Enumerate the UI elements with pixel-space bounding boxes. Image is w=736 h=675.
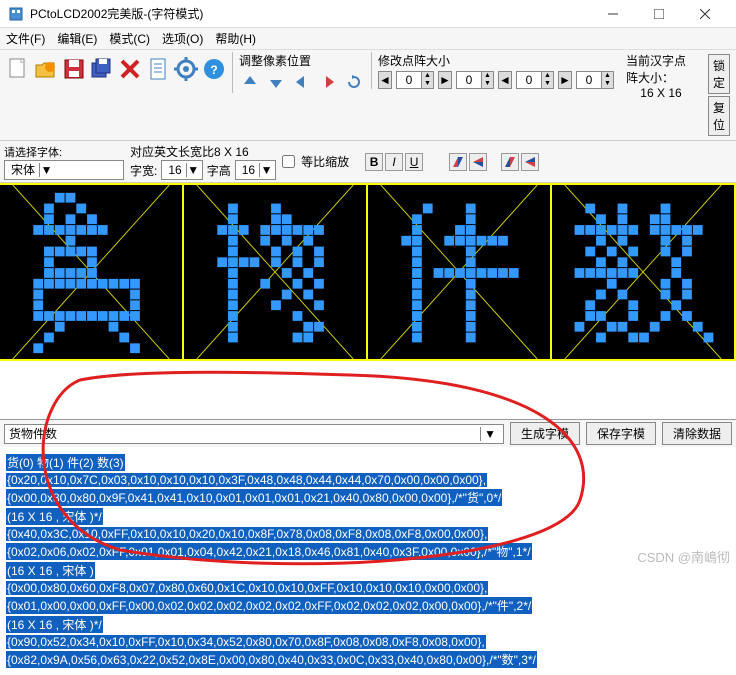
document-icon[interactable] <box>145 53 171 85</box>
flip-h-icon[interactable] <box>449 153 467 171</box>
move-up-icon[interactable] <box>239 71 261 93</box>
char-cell-0 <box>0 185 184 359</box>
chevron-down-icon[interactable]: ▼ <box>259 163 273 177</box>
spin-d-input[interactable] <box>577 72 601 88</box>
spin-c-input[interactable] <box>517 72 541 88</box>
font-name-combo[interactable]: 宋体▼ <box>4 160 124 180</box>
rotate-icon[interactable] <box>343 71 365 93</box>
delete-icon[interactable] <box>117 53 143 85</box>
move-left-icon[interactable] <box>291 71 313 93</box>
output-panel[interactable]: 货(0) 物(1) 件(2) 数(3) {0x20,0x10,0x7C,0x03… <box>0 447 736 675</box>
char-width-label: 字宽: <box>130 162 157 179</box>
menu-edit[interactable]: 编辑(E) <box>57 30 97 47</box>
font-select-label: 请选择字体: <box>4 144 124 160</box>
menu-mode[interactable]: 模式(C) <box>109 30 150 47</box>
char-cell-1 <box>184 185 368 359</box>
pixel-adjust-group: 调整像素位置 <box>232 52 371 93</box>
char-cell-2 <box>368 185 552 359</box>
dotmatrix-group: 修改点阵大小 ◄ ▲▼ ► ▲▼ ◄ ▲▼ ► ▲▼ <box>371 52 620 89</box>
menu-help[interactable]: 帮助(H) <box>215 30 256 47</box>
bold-button[interactable]: B <box>365 153 383 171</box>
maximize-button[interactable] <box>636 0 682 28</box>
reset-button[interactable]: 复位 <box>708 96 730 136</box>
mid-gap <box>0 361 736 419</box>
pixel-canvas[interactable] <box>0 183 736 361</box>
minimize-button[interactable] <box>590 0 636 28</box>
svg-text:?: ? <box>210 63 217 77</box>
spin-up-icon[interactable]: ▲ <box>421 72 433 80</box>
output-header: 货(0) 物(1) 件(2) 数(3) <box>6 454 125 471</box>
spin-down-icon[interactable]: ▼ <box>421 80 433 88</box>
italic-button[interactable]: I <box>385 153 403 171</box>
spin-a-input[interactable] <box>397 72 421 88</box>
move-down-icon[interactable] <box>265 71 287 93</box>
height-right-icon[interactable]: ► <box>558 71 572 89</box>
close-button[interactable] <box>682 0 728 28</box>
app-icon <box>8 6 24 22</box>
menu-bar: 文件(F) 编辑(E) 模式(C) 选项(O) 帮助(H) <box>0 28 736 50</box>
font-info-value: 8 X 16 <box>214 145 249 159</box>
spin-a[interactable]: ▲▼ <box>396 71 434 89</box>
save-all-icon[interactable] <box>89 53 115 85</box>
current-size-label: 当前汉字点阵大小： <box>626 54 686 85</box>
lock-button[interactable]: 锁定 <box>708 54 730 94</box>
char-height-label: 字高 <box>207 162 231 179</box>
char-width-combo[interactable]: 16▼ <box>161 160 202 180</box>
underline-button[interactable]: U <box>405 153 423 171</box>
watermark: CSDN @南嶋彻 <box>637 547 730 566</box>
move-right-icon[interactable] <box>317 71 339 93</box>
font-info-label: 对应英文长宽比 <box>130 145 214 159</box>
spin-b[interactable]: ▲▼ <box>456 71 494 89</box>
input-bar: 货物件数 ▼ 生成字模 保存字模 清除数据 <box>0 419 736 447</box>
menu-file[interactable]: 文件(F) <box>6 30 45 47</box>
chevron-down-icon[interactable]: ▼ <box>186 163 200 177</box>
dotmatrix-label: 修改点阵大小 <box>378 52 614 69</box>
open-file-icon[interactable] <box>33 53 59 85</box>
mirror-h-icon[interactable] <box>501 153 519 171</box>
generate-button[interactable]: 生成字模 <box>510 422 580 445</box>
flip-v-icon[interactable] <box>469 153 487 171</box>
chevron-down-icon[interactable]: ▼ <box>39 163 53 177</box>
clear-button[interactable]: 清除数据 <box>662 422 732 445</box>
spin-b-input[interactable] <box>457 72 481 88</box>
char-input[interactable]: 货物件数 ▼ <box>4 424 504 444</box>
height-left-icon[interactable]: ◄ <box>498 71 512 89</box>
pixel-adjust-label: 调整像素位置 <box>239 52 365 69</box>
settings-icon[interactable] <box>173 53 199 85</box>
scale-checkbox[interactable] <box>282 155 295 168</box>
save-icon[interactable] <box>61 53 87 85</box>
toolbar: ? 调整像素位置 修改点阵大小 ◄ ▲▼ ► ▲▼ ◄ ▲▼ ► ▲▼ 当前汉字… <box>0 50 736 141</box>
spin-c[interactable]: ▲▼ <box>516 71 554 89</box>
char-cell-3 <box>552 185 736 359</box>
width-right-icon[interactable]: ► <box>438 71 452 89</box>
spin-d[interactable]: ▲▼ <box>576 71 614 89</box>
width-left-icon[interactable]: ◄ <box>378 71 392 89</box>
save-font-button[interactable]: 保存字模 <box>586 422 656 445</box>
scale-label: 等比缩放 <box>301 153 349 170</box>
window-title: PCtoLCD2002完美版-(字符模式) <box>30 5 590 22</box>
current-size-value: 16 X 16 <box>626 86 696 100</box>
current-size-group: 当前汉字点阵大小： 16 X 16 <box>620 52 702 100</box>
mirror-v-icon[interactable] <box>521 153 539 171</box>
char-height-combo[interactable]: 16▼ <box>235 160 276 180</box>
menu-options[interactable]: 选项(O) <box>162 30 203 47</box>
help-icon[interactable]: ? <box>201 53 227 85</box>
font-row: 请选择字体: 宋体▼ 对应英文长宽比8 X 16 字宽: 16▼ 字高 16▼ … <box>0 141 736 183</box>
new-file-icon[interactable] <box>5 53 31 85</box>
chevron-down-icon[interactable]: ▼ <box>480 427 499 441</box>
title-bar: PCtoLCD2002完美版-(字符模式) <box>0 0 736 28</box>
